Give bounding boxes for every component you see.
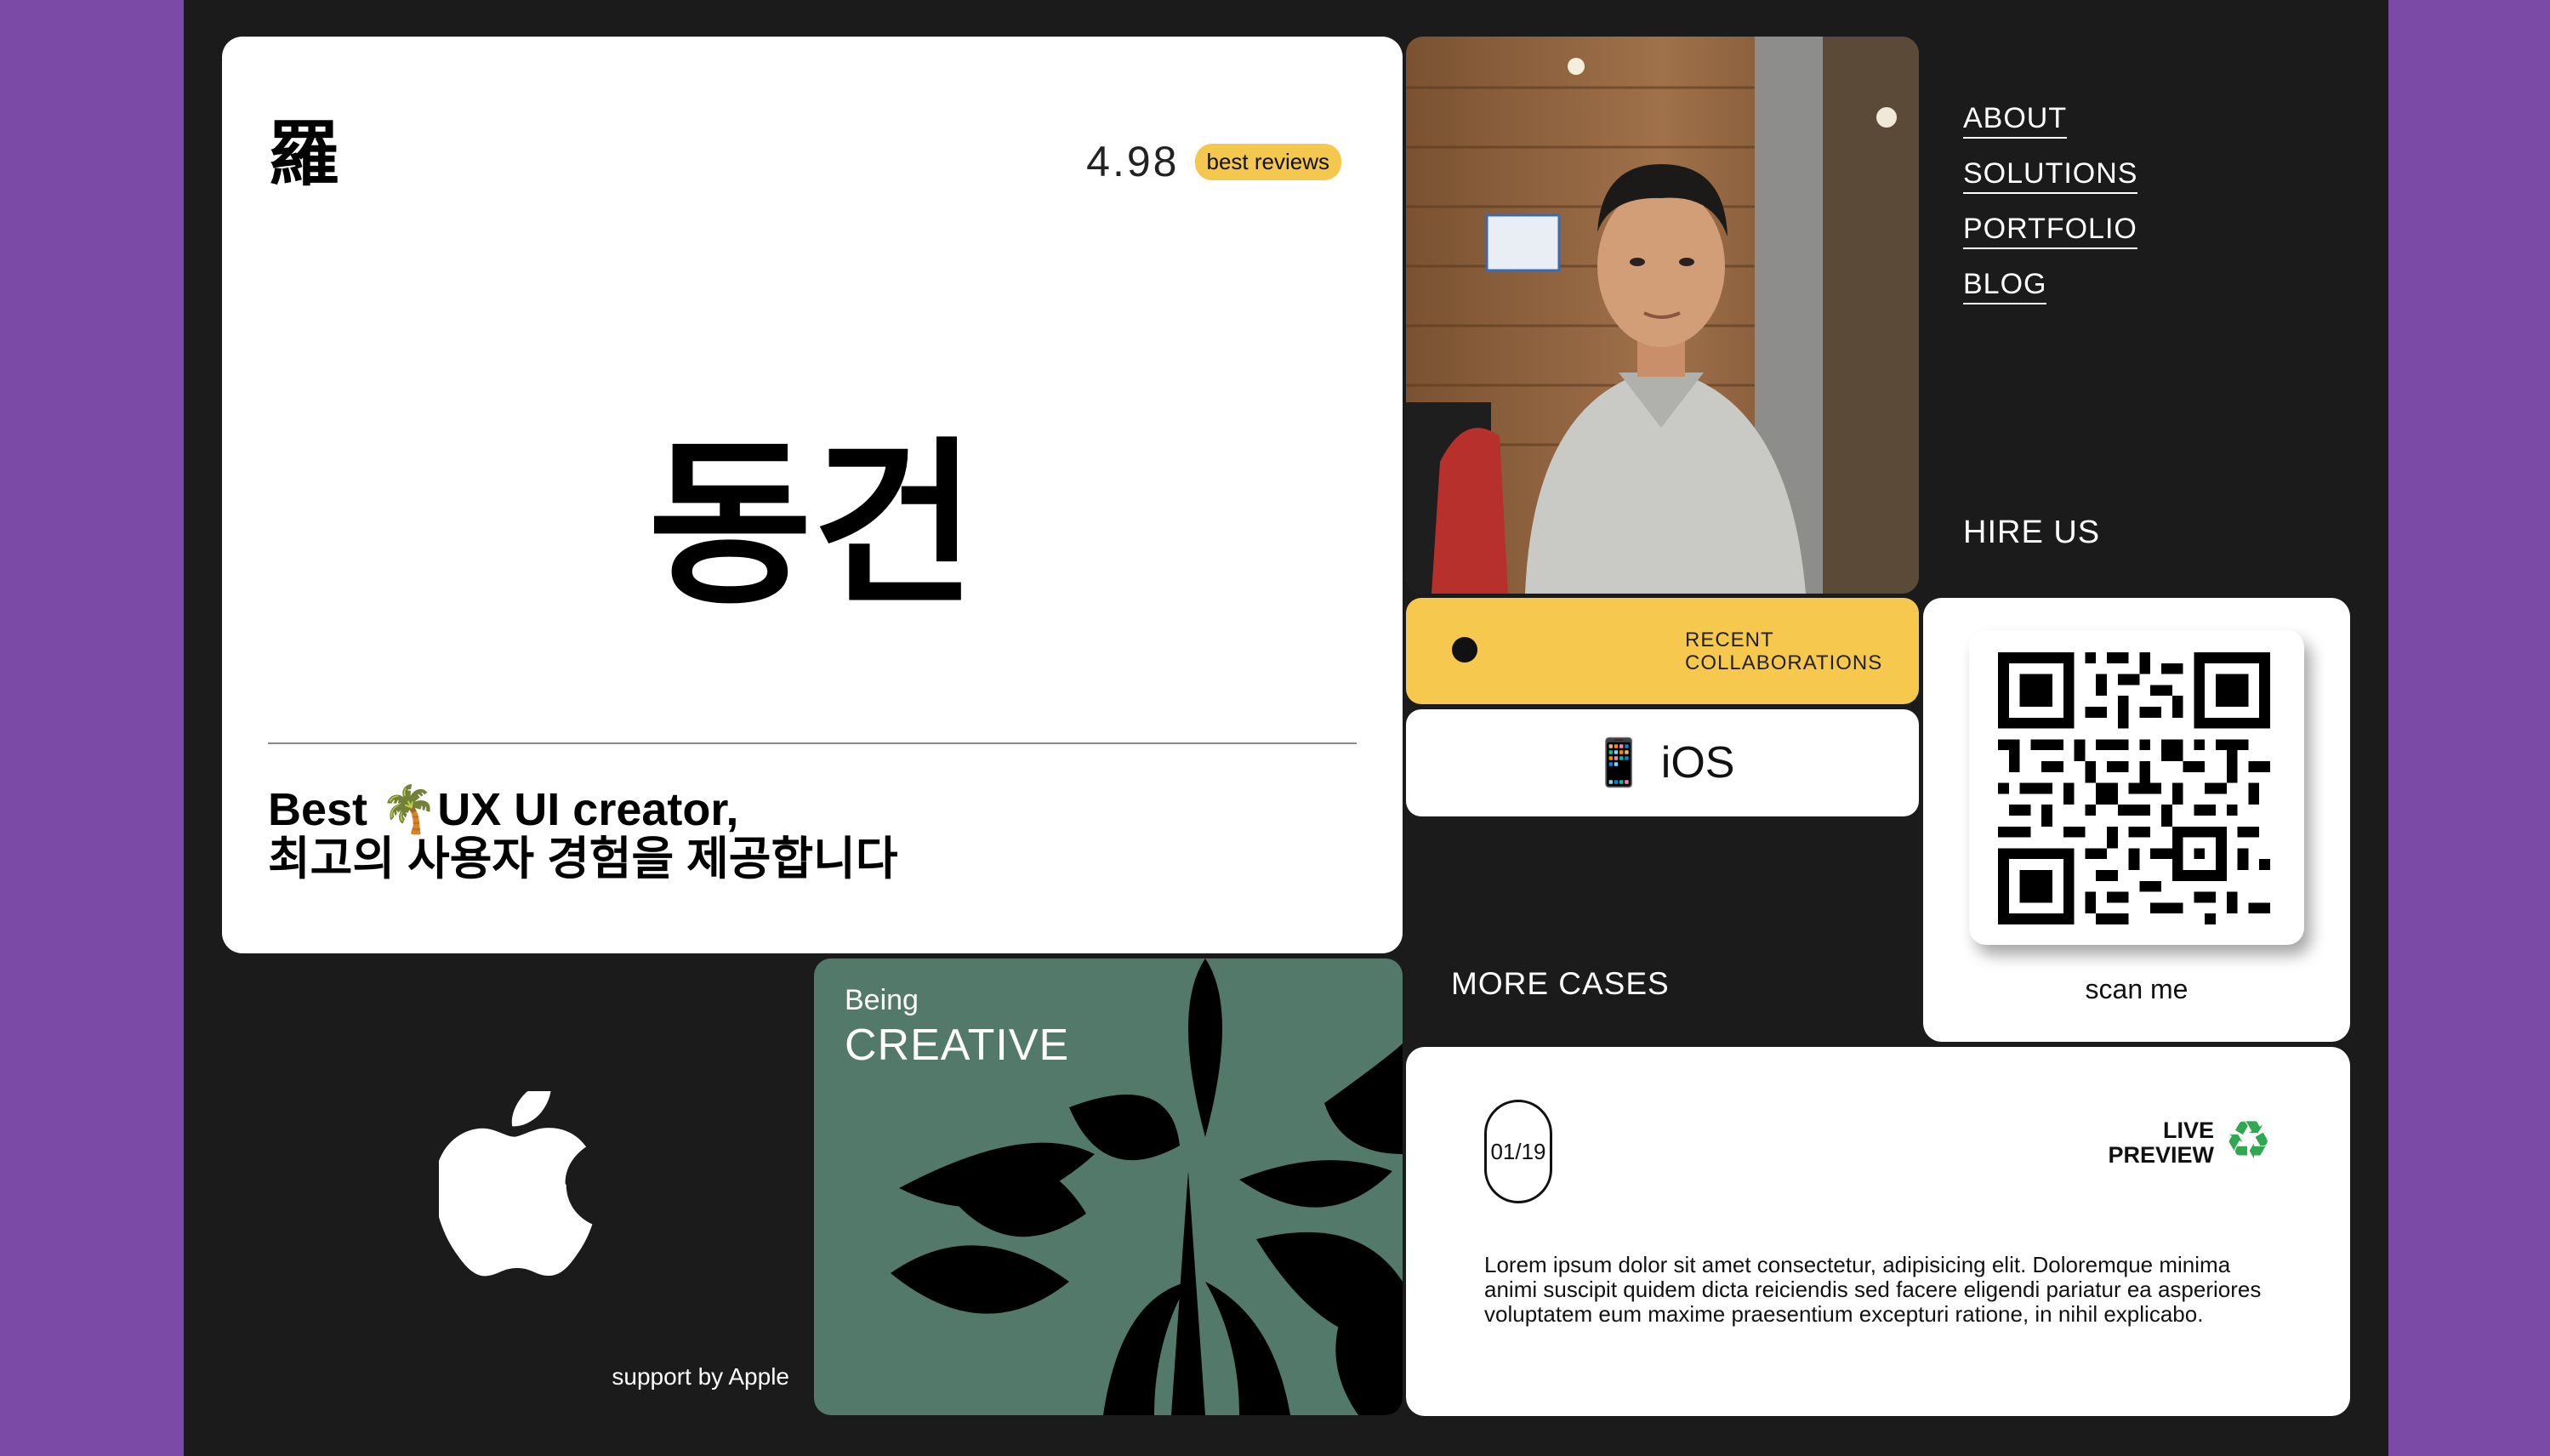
main-nav: ABOUT SOLUTIONS PORTFOLIO BLOG	[1963, 102, 2138, 323]
creative-eyebrow: Being	[845, 984, 919, 1016]
live-line-1: LIVE	[2162, 1118, 2214, 1143]
nav-blog[interactable]: BLOG	[1963, 268, 2047, 304]
hire-us-link[interactable]: HIRE US	[1963, 515, 2100, 551]
rating-score: 4.98	[1086, 138, 1180, 185]
nav-solutions[interactable]: SOLUTIONS	[1963, 157, 2138, 194]
hero-card: 羅 4.98 best reviews 동건 Best 🌴UX UI creat…	[222, 37, 1403, 953]
tagline-line-2: 최고의 사용자 경험을 제공합니다	[268, 833, 898, 884]
apple-support-caption: support by Apple	[612, 1363, 789, 1390]
nav-portfolio[interactable]: PORTFOLIO	[1963, 213, 2137, 249]
collab-line-1: RECENT	[1685, 628, 1774, 651]
ios-label: iOS	[1660, 738, 1735, 788]
qr-code-icon	[1998, 652, 2270, 924]
creative-card[interactable]: Being CREATIVE	[814, 958, 1403, 1415]
ios-card[interactable]: 📱 iOS	[1406, 709, 1919, 816]
live-preview-link[interactable]: LIVE PREVIEW	[2108, 1118, 2214, 1168]
profile-photo-illustration	[1406, 37, 1919, 594]
rating-badge: best reviews	[1194, 143, 1341, 180]
live-line-2: PREVIEW	[2108, 1142, 2214, 1168]
collab-line-2: COLLABORATIONS	[1685, 651, 1883, 674]
qr-caption: scan me	[2085, 974, 2189, 1004]
more-cases-heading: MORE CASES	[1451, 966, 1670, 1001]
hero-name: 동건	[647, 425, 977, 625]
rating-group: 4.98 best reviews	[1086, 137, 1341, 186]
mobile-phone-icon: 📱	[1590, 737, 1648, 788]
qr-card: scan me	[1923, 598, 2350, 1042]
case-description: Lorem ipsum dolor sit amet consectetur, …	[1484, 1252, 2262, 1327]
divider	[268, 742, 1357, 744]
apple-logo-icon	[439, 1091, 593, 1277]
collaborations-label: RECENT COLLABORATIONS	[1685, 628, 1882, 674]
profile-photo	[1406, 37, 1919, 594]
tagline-line-1: Best 🌴UX UI creator,	[268, 784, 739, 835]
case-counter[interactable]: 01/19	[1484, 1100, 1552, 1203]
creative-title: CREATIVE	[845, 1021, 1070, 1070]
hero-tagline: Best 🌴UX UI creator, 최고의 사용자 경험을 제공합니다	[268, 785, 898, 884]
nav-about[interactable]: ABOUT	[1963, 102, 2068, 139]
apple-support-area: support by Apple	[222, 957, 809, 1416]
qr-code-box[interactable]	[1969, 630, 2304, 945]
recycle-icon[interactable]: ♻	[2224, 1115, 2272, 1168]
case-card: 01/19 LIVE PREVIEW ♻ Lorem ipsum dolor s…	[1406, 1047, 2350, 1416]
recent-collaborations-card[interactable]: RECENT COLLABORATIONS	[1406, 598, 1919, 704]
logo-mark[interactable]: 羅	[268, 118, 339, 190]
dot-icon	[1452, 637, 1477, 663]
